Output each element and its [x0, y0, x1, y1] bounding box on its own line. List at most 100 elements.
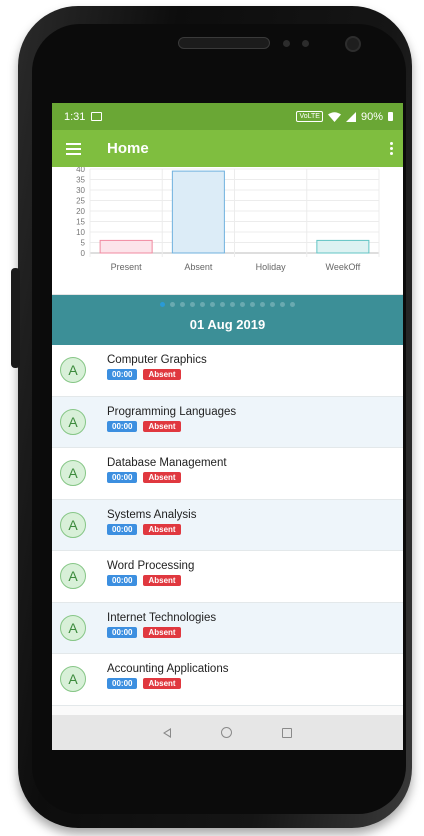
status-badge: Absent [143, 420, 181, 432]
screen: 1:31 VoLTE 90% Home 0 5 10 15 20 25 30 35 40 Pres… [52, 103, 403, 750]
more-options-icon[interactable] [390, 142, 393, 155]
status-avatar: A [60, 460, 86, 487]
time-badge: 00:00 [107, 575, 138, 587]
subject-name: Systems Analysis [107, 508, 197, 521]
phone-side-button [11, 268, 20, 368]
phone-speaker [178, 37, 270, 49]
status-time-group: 1:31 [64, 110, 103, 123]
subject-name: Accounting Applications [107, 663, 229, 676]
page-title: Home [107, 140, 149, 157]
date-pager[interactable]: 01 Aug 2019 [52, 295, 403, 345]
signal-icon [345, 111, 356, 122]
system-nav-bar [52, 715, 403, 750]
y-tick-label: 15 [76, 218, 85, 227]
phone-sensor-dot [283, 40, 290, 47]
selected-date: 01 Aug 2019 [189, 317, 266, 332]
x-tick-label: Present [111, 262, 143, 272]
time-badge: 00:00 [107, 626, 138, 638]
status-avatar: A [60, 666, 86, 693]
badge-group: 00:00 Absent [107, 420, 236, 432]
status-badge: Absent [143, 575, 181, 587]
chart-bar-present [99, 239, 153, 254]
page-dot [170, 302, 175, 307]
battery-icon [388, 112, 393, 121]
badge-group: 00:00 Absent [107, 626, 216, 638]
page-dot [240, 302, 245, 307]
list-item-text: Internet Technologies 00:00 Absent [107, 612, 216, 638]
status-time: 1:31 [64, 110, 86, 123]
subject-name: Programming Languages [107, 405, 237, 418]
list-item[interactable]: A Database Management 00:00 Absent [52, 448, 403, 500]
list-item[interactable]: A Systems Analysis 00:00 Absent [52, 499, 403, 551]
list-item-text: Database Management 00:00 Absent [107, 457, 227, 484]
subject-name: Internet Technologies [107, 611, 217, 624]
volte-badge: VoLTE [296, 111, 323, 122]
badge-group: 00:00 Absent [107, 472, 227, 484]
status-avatar: A [60, 357, 86, 384]
status-badge: Absent [143, 626, 181, 638]
subject-name: Word Processing [107, 560, 195, 573]
badge-group: 00:00 Absent [107, 523, 196, 535]
x-tick-label: Holiday [256, 262, 287, 272]
page-dot [160, 302, 165, 307]
phone-camera [345, 36, 361, 52]
list-item[interactable]: A Internet Technologies 00:00 Absent [52, 602, 403, 654]
hamburger-menu-icon[interactable] [66, 142, 81, 155]
subject-name: Database Management [107, 457, 227, 470]
status-badge: Absent [143, 369, 181, 381]
badge-group: 00:00 Absent [107, 678, 228, 690]
page-dot [260, 302, 265, 307]
list-item-text: Accounting Applications 00:00 Absent [107, 663, 229, 690]
y-tick-label: 0 [81, 249, 86, 258]
attendance-chart: 0 5 10 15 20 25 30 35 40 Present Absent Holiday Week… [52, 167, 403, 295]
status-badge: Absent [143, 523, 181, 535]
attendance-bar-chart: 05 1015 2025 3035 40 Present Absent Holiday Week… [76, 167, 380, 272]
page-dot [190, 302, 195, 307]
y-tick-label: 25 [76, 197, 85, 206]
time-badge: 00:00 [107, 369, 138, 381]
badge-group: 00:00 Absent [107, 369, 207, 381]
wifi-icon [327, 111, 341, 122]
chart-bar-absent [171, 170, 225, 254]
time-badge: 00:00 [107, 420, 138, 432]
chart-bar-weekoff [316, 239, 370, 254]
attendance-list: A Computer Graphics 00:00 Absent A Programmin… [52, 345, 403, 706]
y-tick-label: 10 [76, 228, 85, 237]
phone-sensor-dot [302, 40, 309, 47]
back-icon[interactable] [163, 727, 171, 738]
y-tick-label: 35 [76, 176, 85, 185]
list-item-text: Word Processing 00:00 Absent [107, 560, 195, 587]
page-dot [280, 302, 285, 307]
list-item-text: Systems Analysis 00:00 Absent [107, 509, 196, 535]
y-tick-label: 20 [76, 207, 85, 216]
status-avatar: A [60, 511, 86, 538]
home-icon[interactable] [221, 727, 232, 738]
page-dot [210, 302, 215, 307]
time-badge: 00:00 [107, 472, 138, 484]
y-tick-label: 40 [76, 167, 85, 174]
gallery-notification-icon [91, 112, 103, 121]
recent-apps-icon[interactable] [282, 727, 292, 738]
page-indicator [52, 302, 403, 307]
status-icons: VoLTE 90% [296, 111, 393, 123]
list-item[interactable]: A Word Processing 00:00 Absent [52, 551, 403, 603]
page-dot [180, 302, 185, 307]
list-item[interactable]: A Accounting Applications 00:00 Absent [52, 654, 403, 706]
page-dot [200, 302, 205, 307]
page-dot [290, 302, 295, 307]
x-tick-label: Absent [184, 262, 213, 272]
time-badge: 00:00 [107, 523, 138, 535]
page-dot [220, 302, 225, 307]
y-tick-label: 30 [76, 186, 85, 195]
x-tick-label: WeekOff [326, 262, 361, 272]
app-bar: Home [52, 130, 403, 167]
status-bar: 1:31 VoLTE 90% [52, 103, 403, 130]
list-item-text: Computer Graphics 00:00 Absent [107, 354, 207, 381]
list-item[interactable]: A Programming Languages 00:00 Absent [52, 396, 403, 448]
status-avatar: A [60, 614, 86, 641]
time-badge: 00:00 [107, 678, 138, 690]
list-item[interactable]: A Computer Graphics 00:00 Absent [52, 345, 403, 397]
page-dot [230, 302, 235, 307]
subject-name: Computer Graphics [107, 354, 207, 367]
status-badge: Absent [143, 678, 181, 690]
